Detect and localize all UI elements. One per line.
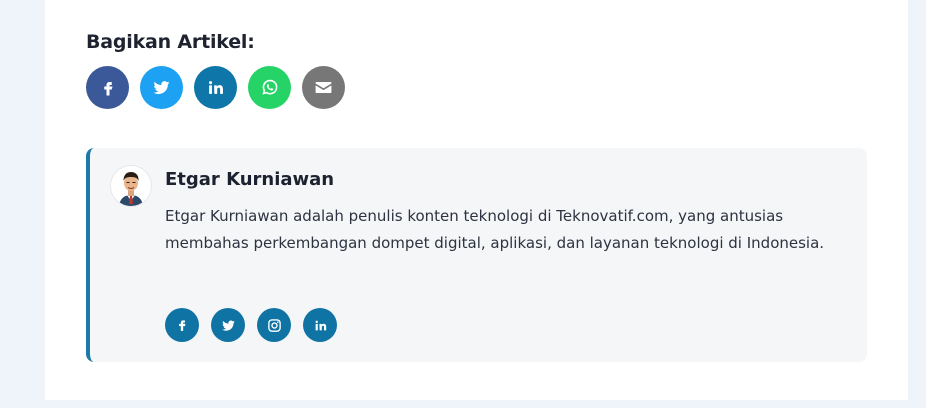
twitter-icon (221, 320, 235, 331)
author-linkedin-link[interactable] (303, 308, 337, 342)
author-bio: Etgar Kurniawan adalah penulis konten te… (165, 207, 825, 252)
share-email-button[interactable] (302, 66, 345, 109)
author-box: Etgar Kurniawan Etgar Kurniawan adalah p… (86, 148, 867, 362)
author-facebook-link[interactable] (165, 308, 199, 342)
linkedin-icon (315, 320, 326, 330)
author-name[interactable]: Etgar Kurniawan (165, 169, 334, 190)
facebook-icon (179, 320, 186, 331)
twitter-icon (153, 81, 170, 95)
share-whatsapp-button[interactable] (248, 66, 291, 109)
author-instagram-link[interactable] (257, 308, 291, 342)
avatar-illustration-icon (111, 166, 151, 206)
whatsapp-icon (262, 79, 278, 95)
email-icon (315, 81, 332, 94)
author-avatar (111, 166, 151, 206)
share-buttons (86, 66, 345, 109)
facebook-icon (103, 81, 112, 95)
share-linkedin-button[interactable] (194, 66, 237, 109)
share-title: Bagikan Artikel: (86, 31, 255, 53)
author-twitter-link[interactable] (211, 308, 245, 342)
share-twitter-button[interactable] (140, 66, 183, 109)
share-facebook-button[interactable] (86, 66, 129, 109)
instagram-icon (267, 318, 281, 332)
article-card: Bagikan Artikel: Etgar Kurniawan Etgar K… (45, 0, 908, 400)
author-social-links (165, 308, 337, 342)
linkedin-icon (208, 81, 223, 94)
